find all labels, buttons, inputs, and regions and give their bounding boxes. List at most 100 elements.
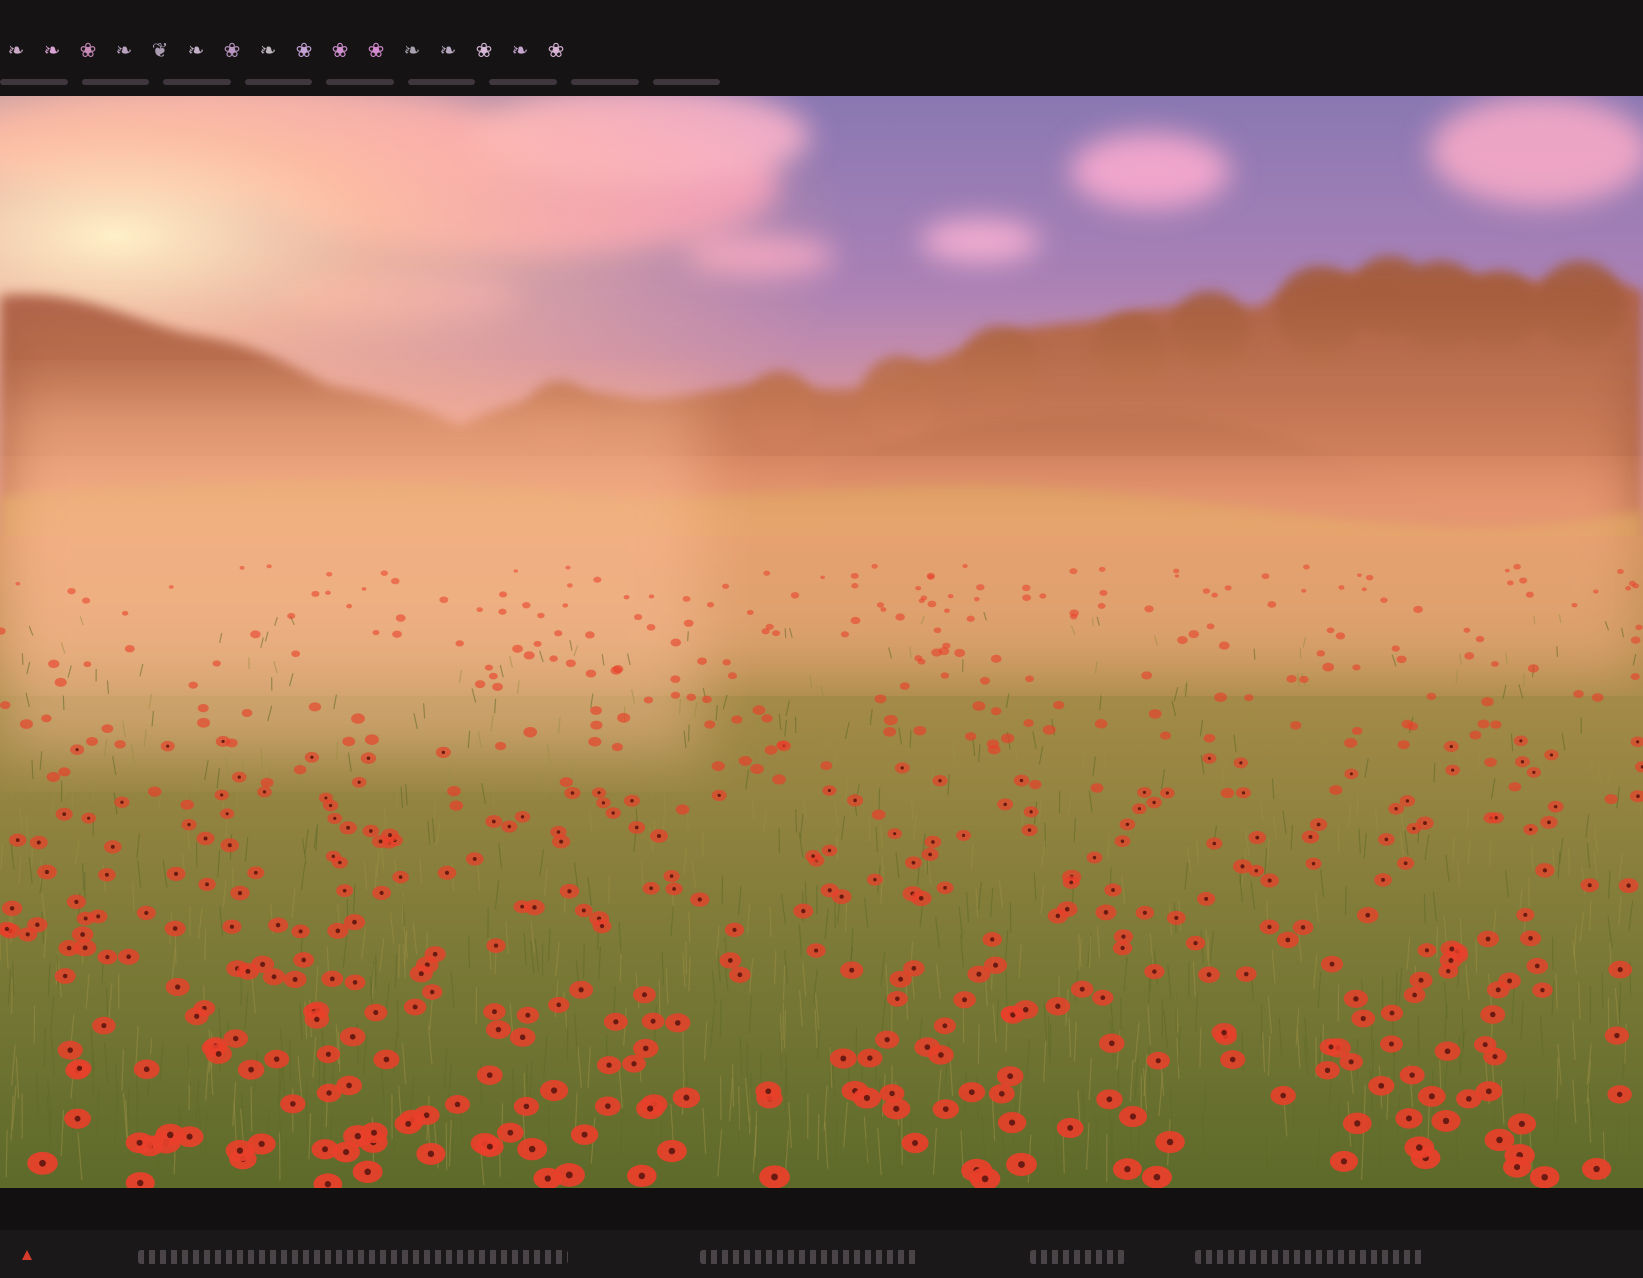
poppy <box>1484 757 1497 767</box>
poppy <box>523 651 535 660</box>
poppy-center <box>1064 906 1070 912</box>
poppy <box>392 630 402 638</box>
poppy-center <box>532 905 537 910</box>
poppy-center <box>258 1140 265 1148</box>
poppy-center <box>310 755 314 759</box>
poppy <box>492 682 503 691</box>
bird-icon[interactable]: ❧ <box>36 34 68 66</box>
poppy <box>942 642 951 649</box>
poppy-center <box>1412 992 1418 998</box>
poppy <box>395 614 406 622</box>
poppy-center <box>717 793 721 798</box>
poppy <box>1001 733 1015 744</box>
poppy-center <box>1067 1124 1074 1131</box>
poppy <box>83 661 92 668</box>
poppy <box>731 715 743 724</box>
poppy-center <box>335 928 341 934</box>
bird-icon[interactable]: ❧ <box>108 34 140 66</box>
poppy <box>874 694 887 704</box>
poppy-center <box>292 976 298 982</box>
poppy <box>554 630 563 637</box>
poppy <box>670 638 682 647</box>
bird-icon[interactable]: ❧ <box>396 34 428 66</box>
flower-icon[interactable]: ❀ <box>540 34 572 66</box>
poppy <box>124 644 135 653</box>
poppy <box>765 623 774 630</box>
poppy-center <box>567 889 572 894</box>
flower-icon[interactable]: ❀ <box>72 34 104 66</box>
poppy <box>722 659 731 666</box>
bird-icon[interactable]: ❧ <box>504 34 536 66</box>
poppy <box>1029 779 1042 790</box>
poppy-center <box>943 885 947 890</box>
poppy-center <box>253 870 258 875</box>
poppy-center <box>36 840 41 845</box>
poppy-center <box>1267 878 1272 883</box>
poppy <box>291 650 301 658</box>
poppy-center <box>343 1149 350 1156</box>
poppy-center <box>44 869 50 875</box>
poppy <box>972 701 986 711</box>
poppy-center <box>1449 946 1455 952</box>
poppy-center <box>35 922 40 928</box>
poppy <box>1591 693 1604 702</box>
flower-icon[interactable]: ❀ <box>324 34 356 66</box>
poppy-center <box>1494 816 1498 820</box>
poppy-center <box>1444 1048 1451 1055</box>
flower-icon[interactable]: ❀ <box>468 34 500 66</box>
poppy <box>372 629 380 636</box>
poppy-center <box>25 932 30 937</box>
poppy-center <box>9 906 15 911</box>
poppy <box>86 736 98 746</box>
bird-icon[interactable]: ❧ <box>180 34 212 66</box>
flower-icon[interactable]: ❀ <box>288 34 320 66</box>
poppy-center <box>556 1002 562 1008</box>
poppy-center <box>827 788 831 793</box>
thumbnail-caption <box>81 79 150 85</box>
poppy-center <box>732 927 737 932</box>
poppy-center <box>172 926 178 931</box>
poppy-center <box>175 984 181 990</box>
poppy <box>250 630 261 639</box>
poppy-center <box>220 793 224 797</box>
poppy-center <box>1142 910 1147 915</box>
flower-icon[interactable]: ❀ <box>360 34 392 66</box>
poppy-center <box>578 987 584 993</box>
bird-icon[interactable]: ❧ <box>432 34 464 66</box>
poppy-center <box>1125 822 1130 827</box>
poppy <box>1380 597 1388 603</box>
poppy-center <box>1529 827 1533 832</box>
poppy <box>1099 589 1108 596</box>
poppy-center <box>976 971 982 977</box>
poppy <box>168 585 174 589</box>
poppy <box>634 613 643 621</box>
poppy-center <box>873 877 877 882</box>
poppy <box>623 594 630 600</box>
poppy-center <box>1381 877 1385 882</box>
leaf-icon[interactable]: ❦ <box>144 34 176 66</box>
poppy <box>1507 580 1514 586</box>
bird-icon[interactable]: ❧ <box>252 34 284 66</box>
bird-icon[interactable]: ❧ <box>0 34 32 66</box>
poppy <box>840 631 850 638</box>
poppy-center <box>1626 883 1631 888</box>
poppy <box>559 777 574 788</box>
poppy <box>1022 594 1032 602</box>
poppy-center <box>668 1147 676 1155</box>
poppy-center <box>1523 912 1528 917</box>
poppy <box>966 615 975 622</box>
poppy-center <box>329 976 335 982</box>
flower-icon[interactable]: ❀ <box>216 34 248 66</box>
poppy <box>523 727 538 738</box>
poppy <box>850 572 859 579</box>
poppy-center <box>205 882 209 887</box>
poppy-center <box>581 908 586 913</box>
poppy <box>920 595 928 601</box>
poppy-center <box>1174 915 1179 921</box>
poppy <box>15 581 21 586</box>
poppy-center <box>237 890 243 896</box>
poppy-center <box>62 973 68 979</box>
poppy-center <box>1532 770 1536 774</box>
poppy <box>1525 591 1534 598</box>
poppy <box>1224 585 1232 591</box>
